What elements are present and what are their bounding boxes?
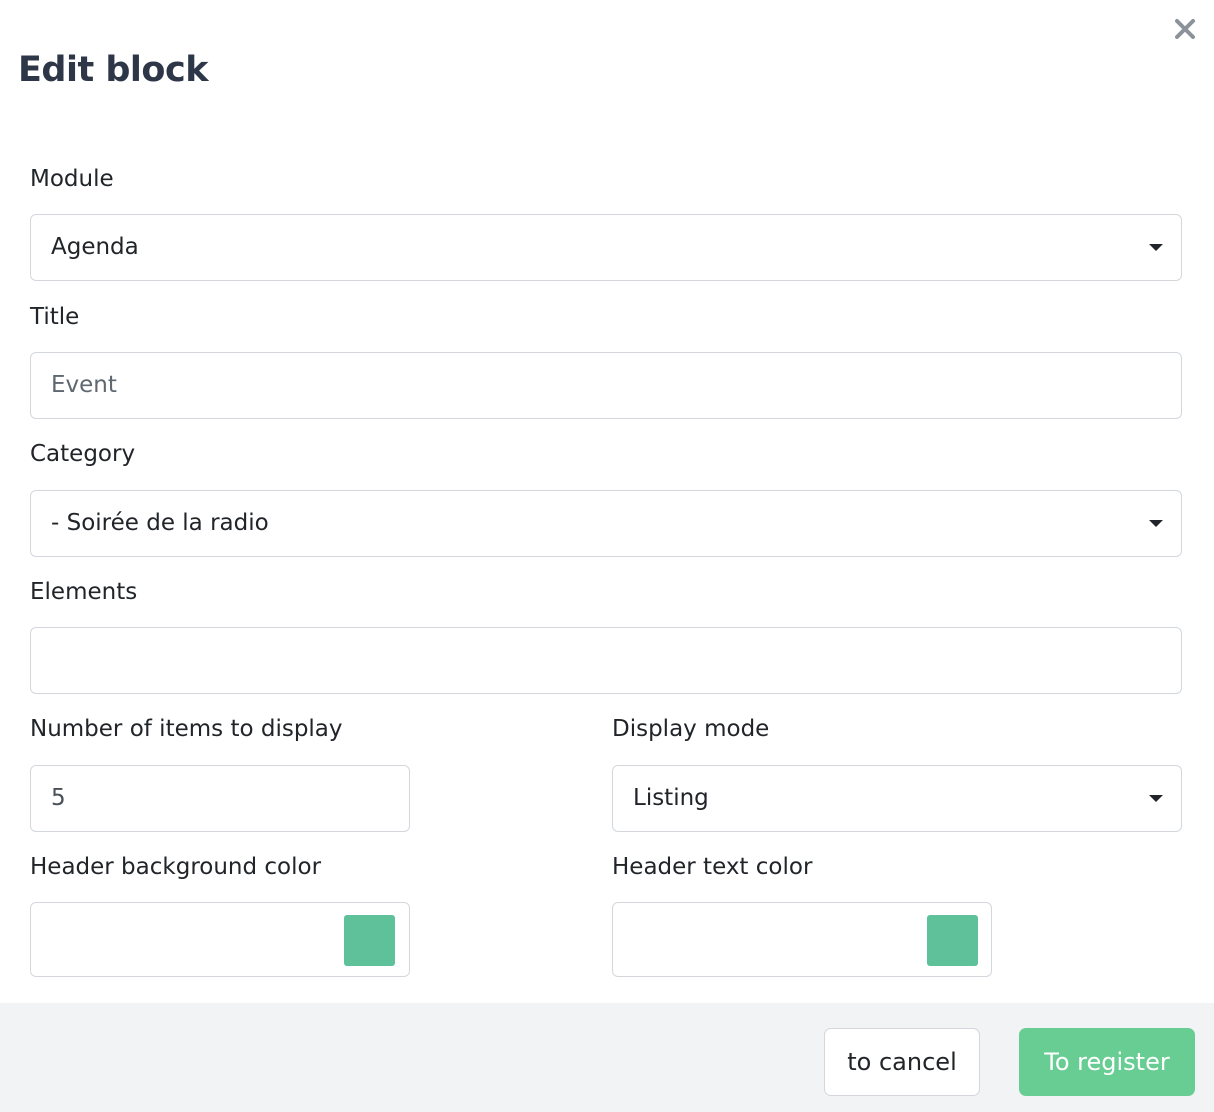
title-input-placeholder: Event: [51, 372, 117, 398]
display-mode-value: Listing: [633, 785, 709, 811]
title-label: Title: [30, 304, 80, 330]
module-select-value: Agenda: [51, 234, 139, 260]
register-button[interactable]: To register: [1019, 1028, 1195, 1096]
caret-down-icon: [1149, 244, 1163, 251]
item-count-value: 5: [51, 785, 66, 811]
close-button[interactable]: [1170, 14, 1200, 44]
category-select-value: - Soirée de la radio: [51, 510, 269, 536]
cancel-button[interactable]: to cancel: [824, 1028, 980, 1096]
display-mode-label: Display mode: [612, 716, 770, 742]
caret-down-icon: [1149, 795, 1163, 802]
elements-label: Elements: [30, 579, 138, 605]
item-count-label: Number of items to display: [30, 716, 343, 742]
close-icon: [1175, 19, 1195, 39]
display-mode-select[interactable]: Listing: [612, 765, 1182, 832]
edit-block-modal: Edit block Module Agenda Title Event Cat…: [0, 0, 1214, 1112]
header-text-color-swatch[interactable]: [927, 915, 978, 966]
header-text-color-input[interactable]: [612, 902, 992, 977]
item-count-input[interactable]: 5: [30, 765, 410, 832]
modal-title: Edit block: [18, 50, 209, 90]
header-bg-color-swatch[interactable]: [344, 915, 395, 966]
module-label: Module: [30, 166, 114, 192]
category-label: Category: [30, 441, 136, 467]
header-text-color-label: Header text color: [612, 854, 813, 880]
header-bg-color-input[interactable]: [30, 902, 410, 977]
module-select[interactable]: Agenda: [30, 214, 1182, 281]
header-bg-color-label: Header background color: [30, 854, 322, 880]
modal-footer: to cancel To register: [0, 1003, 1214, 1112]
title-input[interactable]: Event: [30, 352, 1182, 419]
elements-input[interactable]: [30, 627, 1182, 694]
caret-down-icon: [1149, 520, 1163, 527]
category-select[interactable]: - Soirée de la radio: [30, 490, 1182, 557]
